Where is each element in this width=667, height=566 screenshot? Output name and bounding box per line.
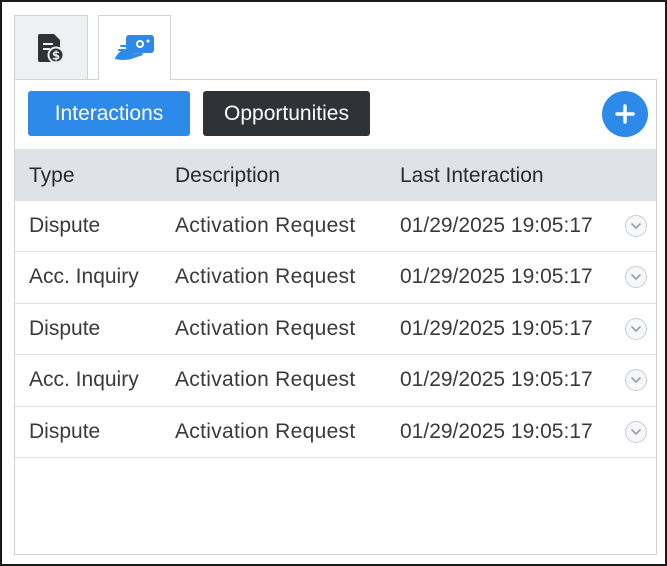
cell-type: Dispute [29,316,101,340]
cell-type: Acc. Inquiry [29,368,139,392]
column-header-last-interaction[interactable]: Last Interaction [400,165,544,186]
cell-description: Activation Request [175,265,356,289]
add-button[interactable] [602,91,648,137]
table-row[interactable]: Acc. Inquiry Activation Request 01/29/20… [15,252,656,304]
cell-description: Activation Request [175,419,356,443]
interactions-widget: $ Interactions Opportunities Type Descri… [0,0,667,566]
row-expand-button[interactable] [625,266,647,289]
column-header-type[interactable]: Type [29,165,75,186]
cell-description: Activation Request [175,316,356,340]
row-expand-button[interactable] [625,215,647,237]
table-row[interactable]: Dispute Activation Request 01/29/2025 19… [15,201,656,253]
cell-last-interaction: 01/29/2025 19:05:17 [400,419,593,443]
chevron-down-icon [630,274,642,281]
table-row[interactable]: Acc. Inquiry Activation Request 01/29/20… [15,355,656,407]
chevron-down-icon [630,325,642,332]
svg-text:$: $ [52,48,60,62]
chevron-down-icon [630,428,642,435]
table-row[interactable]: Dispute Activation Request 01/29/2025 19… [15,304,656,356]
chevron-down-icon [630,222,642,230]
table-header: Type Description Last Interaction [15,149,656,201]
plus-icon [615,104,635,124]
column-header-description[interactable]: Description [175,165,280,186]
cell-last-interaction: 01/29/2025 19:05:17 [400,265,593,289]
cell-type: Acc. Inquiry [29,265,139,289]
cell-last-interaction: 01/29/2025 19:05:17 [400,316,593,340]
cell-last-interaction: 01/29/2025 19:05:17 [400,214,593,237]
cell-description: Activation Request [175,368,356,392]
table-row[interactable]: Dispute Activation Request 01/29/2025 19… [15,407,656,458]
chevron-down-icon [630,377,642,384]
row-expand-button[interactable] [625,369,647,392]
billing-document-icon: $ [38,33,65,63]
cell-last-interaction: 01/29/2025 19:05:17 [400,368,593,392]
row-expand-button[interactable] [625,420,647,443]
interaction-handshake-icon [114,35,154,60]
tab-interactions[interactable] [98,15,171,80]
interactions-button[interactable]: Interactions [28,91,190,136]
row-expand-button[interactable] [625,317,647,340]
cell-type: Dispute [29,214,101,237]
cell-type: Dispute [29,419,101,443]
opportunities-button[interactable]: Opportunities [203,91,370,136]
table-body: Dispute Activation Request 01/29/2025 19… [15,201,656,458]
interactions-panel: Interactions Opportunities Type Descript… [14,79,657,555]
cell-description: Activation Request [175,214,356,237]
tab-billing[interactable]: $ [14,15,88,79]
